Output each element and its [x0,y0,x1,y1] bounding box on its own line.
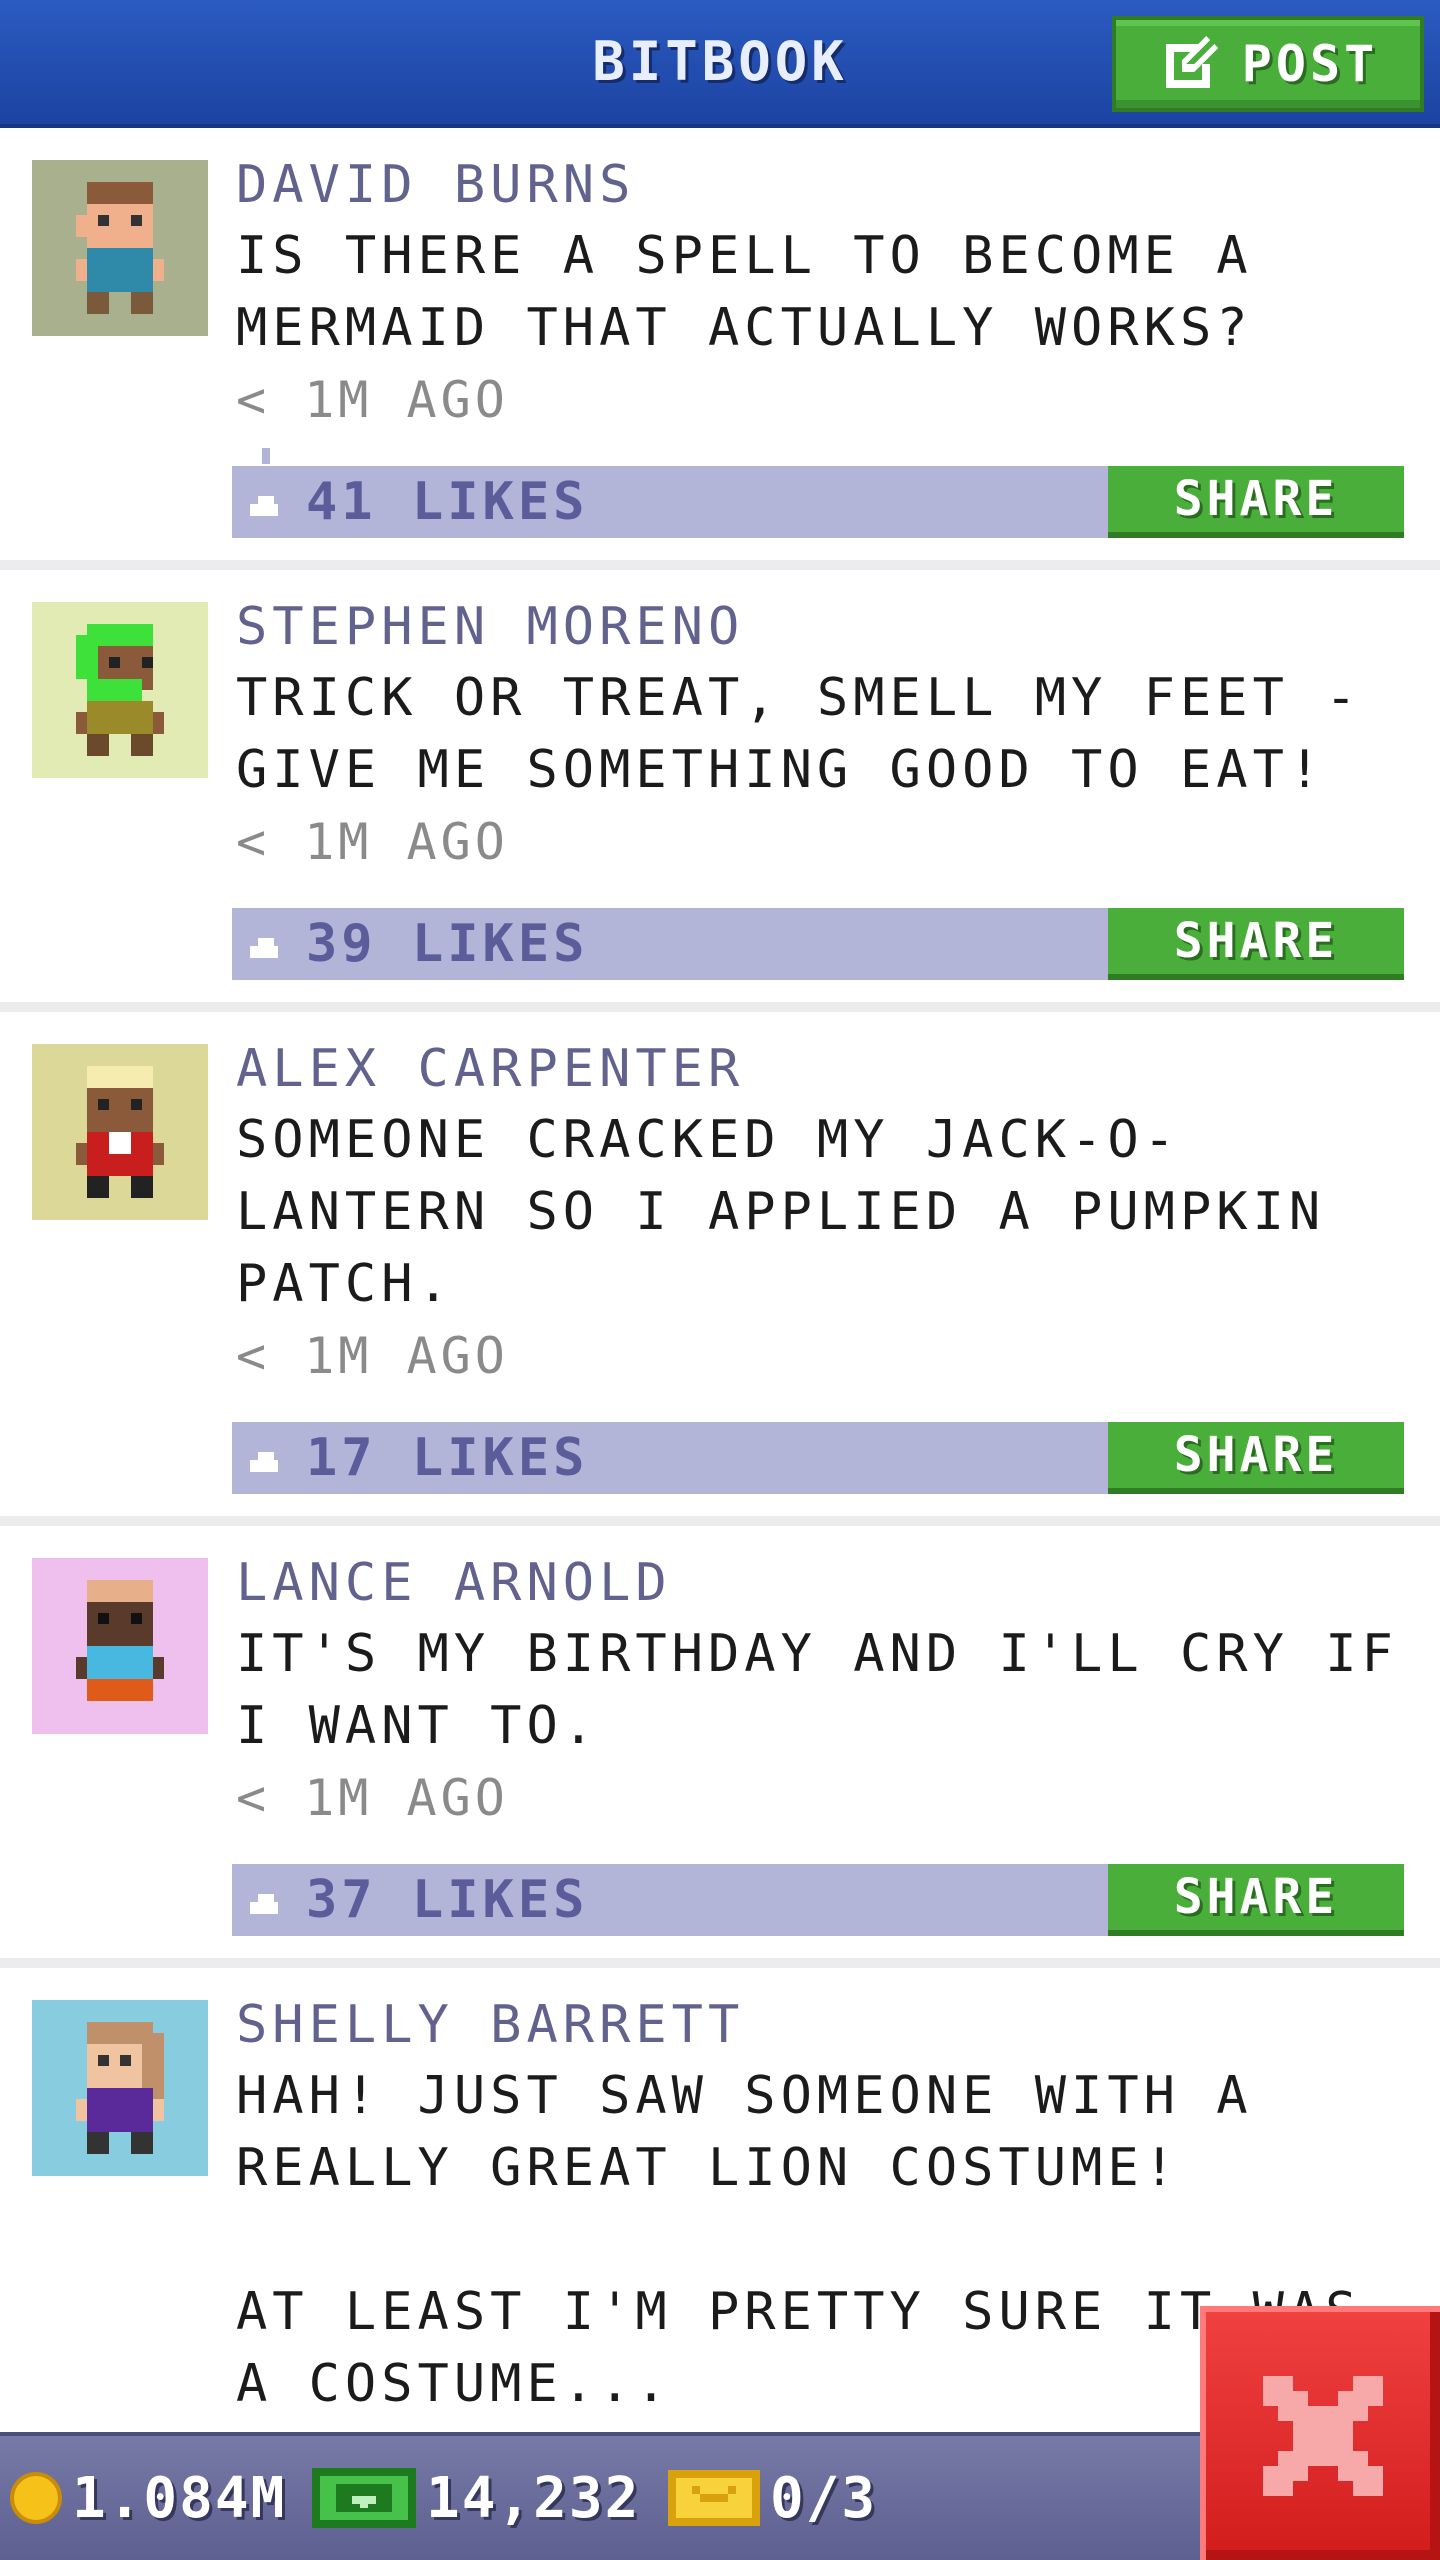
avatar-image [32,602,208,778]
tickets-value: 0/3 [770,2465,878,2531]
ticket-icon [668,2470,760,2526]
top-bar: BITBOOK POST [0,0,1440,128]
post-time: < 1M AGO [236,813,509,871]
feed[interactable]: DAVID BURNS IS THERE A SPELL TO BECOME A… [0,128,1440,2492]
post-time: < 1M AGO [236,1327,509,1385]
like-count: 41 LIKES [306,472,589,532]
share-button[interactable]: SHARE [1108,908,1404,980]
post-author[interactable]: STEPHEN MORENO [236,592,1440,662]
share-button[interactable]: SHARE [1108,466,1404,538]
post-time: < 1M AGO [236,371,509,429]
feed-post: DAVID BURNS IS THERE A SPELL TO BECOME A… [0,128,1440,570]
post-button-label: POST [1241,35,1379,93]
share-button[interactable]: SHARE [1108,1422,1404,1494]
bux-stat[interactable]: 14,232 [312,2436,640,2560]
tickets-stat[interactable]: 0/3 [668,2436,877,2560]
post-message: IS THERE A SPELL TO BECOME A MERMAID THA… [236,226,1253,358]
feed-post: LANCE ARNOLD IT'S MY BIRTHDAY AND I'LL C… [0,1526,1440,1968]
post-message: SOMEONE CRACKED MY JACK-O-LANTERN SO I A… [236,1110,1326,1314]
like-icon [250,448,278,516]
post-author[interactable]: ALEX CARPENTER [236,1034,1440,1104]
like-icon [250,1894,278,1914]
bux-icon [312,2468,416,2528]
avatar-image [32,1558,208,1734]
close-icon [1263,2376,1383,2496]
close-button[interactable] [1200,2306,1440,2560]
avatar-image [32,160,208,336]
like-icon [250,938,278,958]
avatar[interactable] [32,1558,208,1734]
post-author[interactable]: DAVID BURNS [236,150,1440,220]
avatar[interactable] [32,1044,208,1220]
like-bar[interactable]: 37 LIKES SHARE [232,1864,1404,1936]
edit-icon [1165,36,1218,88]
post-message: IT'S MY BIRTHDAY AND I'LL CRY IF I WANT … [236,1624,1398,1756]
like-count: 17 LIKES [306,1428,589,1488]
like-count: 37 LIKES [306,1870,589,1930]
coins-value: 1.084M [72,2465,287,2531]
like-count: 39 LIKES [306,914,589,974]
share-button[interactable]: SHARE [1108,1864,1404,1936]
feed-post: ALEX CARPENTER SOMEONE CRACKED MY JACK-O… [0,1012,1440,1526]
bux-value: 14,232 [426,2465,641,2531]
avatar[interactable] [32,2000,208,2176]
like-bar[interactable]: 41 LIKES SHARE [232,448,1404,538]
like-bar[interactable]: 17 LIKES SHARE [232,1422,1404,1494]
avatar[interactable] [32,602,208,778]
coin-icon [10,2472,62,2524]
feed-post: STEPHEN MORENO TRICK OR TREAT, SMELL MY … [0,570,1440,1012]
post-button[interactable]: POST [1112,16,1424,112]
coins-stat[interactable]: 1.084M [10,2436,286,2560]
post-message: TRICK OR TREAT, SMELL MY FEET - GIVE ME … [236,668,1362,800]
post-author[interactable]: SHELLY BARRETT [236,1990,1440,2060]
avatar-image [32,1044,208,1220]
like-bar[interactable]: 39 LIKES SHARE [232,908,1404,980]
avatar[interactable] [32,160,208,336]
like-icon [250,1452,278,1472]
avatar-image [32,2000,208,2176]
post-author[interactable]: LANCE ARNOLD [236,1548,1440,1618]
post-time: < 1M AGO [236,1769,509,1827]
